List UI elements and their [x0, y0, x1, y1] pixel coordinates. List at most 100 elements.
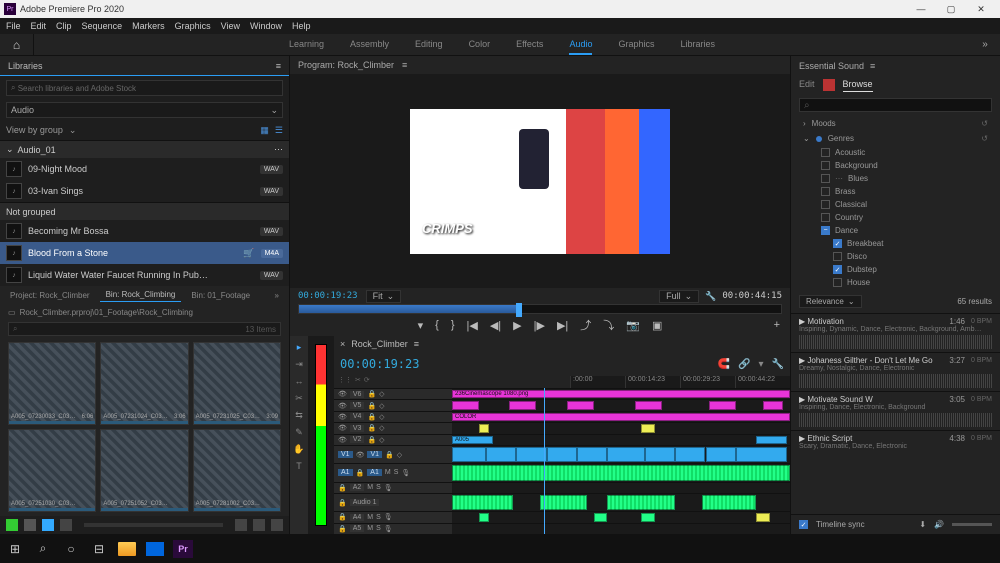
video-clip[interactable]: COLOR — [452, 413, 790, 421]
play-icon[interactable]: ▶ — [799, 434, 805, 443]
video-clip[interactable] — [645, 447, 675, 462]
checkbox[interactable] — [821, 161, 830, 170]
video-clip[interactable] — [452, 401, 479, 409]
slip-tool-icon[interactable]: ⇆ — [292, 408, 306, 422]
project-overflow-icon[interactable]: » — [269, 289, 285, 302]
audio-clip[interactable] — [452, 495, 513, 510]
es-result-item[interactable]: ▶ Motivation1:460 BPM Inspiring, Dynamic… — [791, 313, 1000, 352]
libraries-panel-tab[interactable]: Libraries ≡ — [0, 56, 289, 76]
extract-icon[interactable]: ⤵ — [603, 317, 614, 333]
task-view-button[interactable]: ⊟ — [88, 538, 110, 560]
program-viewer[interactable]: CRIMPS — [290, 74, 790, 288]
video-clip[interactable]: A005 — [452, 436, 493, 444]
hand-tool-icon[interactable]: ✋ — [292, 442, 306, 456]
mail-button[interactable] — [144, 538, 166, 560]
zoom-dropdown[interactable]: Full⌄ — [659, 290, 699, 303]
checkbox[interactable] — [833, 278, 842, 287]
library-selector-dropdown[interactable]: Audio ⌄ — [6, 102, 283, 118]
workspace-tab[interactable]: Color — [469, 35, 491, 55]
checkbox[interactable]: ✓ — [833, 239, 842, 248]
waveform-preview[interactable] — [799, 374, 992, 388]
add-marker-icon[interactable]: ▾ — [418, 319, 424, 332]
track-label[interactable]: V3 — [350, 425, 365, 432]
waveform-preview[interactable] — [799, 413, 992, 427]
close-window-button[interactable]: ✕ — [966, 4, 996, 15]
checkbox[interactable] — [821, 187, 830, 196]
video-clip[interactable] — [452, 447, 486, 462]
library-group-header[interactable]: ⌄ Audio_01 ⋯ — [0, 140, 289, 158]
comparison-icon[interactable]: ▣ — [652, 319, 662, 332]
library-item[interactable]: ♪ 03-Ivan Sings WAV — [0, 180, 289, 202]
checkbox[interactable] — [821, 213, 830, 222]
timeline-timecode[interactable]: 00:00:19:23 — [340, 357, 419, 371]
list-view-icon[interactable] — [24, 519, 36, 531]
clip-thumbnail[interactable]: A005_07251052_C03… — [100, 429, 188, 512]
track-label[interactable]: A1 — [367, 469, 382, 476]
video-clip[interactable] — [486, 447, 516, 462]
genre-sub-item[interactable]: House — [791, 276, 1000, 289]
checkbox[interactable] — [821, 174, 830, 183]
snap-icon[interactable]: 🧲 — [718, 359, 730, 370]
video-clip[interactable] — [763, 401, 783, 409]
video-clip[interactable] — [736, 447, 787, 462]
workspace-tab[interactable]: Assembly — [350, 35, 389, 55]
timeline-playhead[interactable] — [544, 388, 545, 534]
menu-window[interactable]: Window — [250, 21, 282, 31]
project-tool-icon[interactable] — [6, 519, 18, 531]
maximize-button[interactable]: ▢ — [936, 4, 966, 15]
menu-view[interactable]: View — [221, 21, 240, 31]
genre-sub-item[interactable]: ✓Dubstep — [791, 263, 1000, 276]
step-forward-icon[interactable]: |▶ — [534, 319, 545, 332]
track-label[interactable]: V4 — [350, 413, 365, 420]
mark-out-icon[interactable]: } — [451, 319, 455, 331]
checkbox[interactable] — [821, 200, 830, 209]
track-label[interactable]: V1 — [367, 451, 382, 458]
video-clip[interactable] — [479, 424, 489, 432]
program-monitor-header[interactable]: Program: Rock_Climber ≡ — [290, 56, 790, 74]
library-item[interactable]: ♪ Becoming Mr Bossa WAV — [0, 220, 289, 242]
video-clip[interactable] — [756, 436, 786, 444]
video-clip[interactable] — [706, 447, 736, 462]
track-label[interactable]: Audio 1 — [350, 499, 380, 506]
link-icon[interactable]: 🔗 — [738, 359, 750, 370]
genre-sub-item[interactable]: Disco — [791, 250, 1000, 263]
minimize-button[interactable]: — — [906, 4, 936, 14]
es-result-item[interactable]: ▶ Motivate Sound W3:050 BPM Inspiring, D… — [791, 391, 1000, 430]
video-clip[interactable] — [607, 447, 644, 462]
trash-icon[interactable] — [271, 519, 283, 531]
waveform-preview[interactable] — [799, 335, 992, 349]
audio-clip[interactable] — [594, 513, 608, 521]
es-search-input[interactable]: ⌕ — [799, 98, 992, 112]
download-icon[interactable]: ⬇ — [919, 520, 926, 529]
workspace-tab[interactable]: Effects — [516, 35, 543, 55]
genre-item[interactable]: Brass — [791, 185, 1000, 198]
clip-thumbnail[interactable]: A005_07231025_C03…3:09 — [193, 342, 281, 425]
genre-item[interactable]: Country — [791, 211, 1000, 224]
clip-thumbnail[interactable]: A005_07251030_C03… — [8, 429, 96, 512]
menu-markers[interactable]: Markers — [132, 21, 165, 31]
video-clip[interactable] — [641, 424, 655, 432]
timeline-ruler[interactable]: :00:00 00:00:14:23 00:00:29:23 00:00:44:… — [570, 376, 790, 388]
fit-dropdown[interactable]: Fit⌄ — [366, 290, 402, 303]
genre-item[interactable]: Classical — [791, 198, 1000, 211]
checkbox[interactable] — [821, 148, 830, 157]
genre-item[interactable]: −Dance — [791, 224, 1000, 237]
type-tool-icon[interactable]: T — [292, 459, 306, 473]
cart-icon[interactable]: 🛒 — [243, 248, 254, 259]
new-item-icon[interactable] — [253, 519, 265, 531]
play-icon[interactable]: ▶ — [799, 317, 805, 326]
volume-slider[interactable] — [952, 523, 992, 526]
sort-dropdown[interactable]: Relevance⌄ — [799, 295, 862, 308]
workspace-tab[interactable]: Learning — [289, 35, 324, 55]
group-more-icon[interactable]: ⋯ — [274, 144, 283, 155]
menu-clip[interactable]: Clip — [56, 21, 72, 31]
workspace-tab[interactable]: Audio — [569, 35, 592, 55]
audio-clip[interactable] — [702, 495, 756, 510]
track-label[interactable]: V2 — [350, 436, 365, 443]
volume-icon[interactable]: 🔊 — [934, 520, 944, 529]
mark-in-icon[interactable]: { — [435, 319, 439, 331]
workspace-tab[interactable]: Graphics — [618, 35, 654, 55]
track-label[interactable]: A5 — [350, 525, 365, 532]
marker-icon[interactable]: ▾ — [759, 359, 764, 370]
freeform-view-icon[interactable] — [60, 519, 72, 531]
